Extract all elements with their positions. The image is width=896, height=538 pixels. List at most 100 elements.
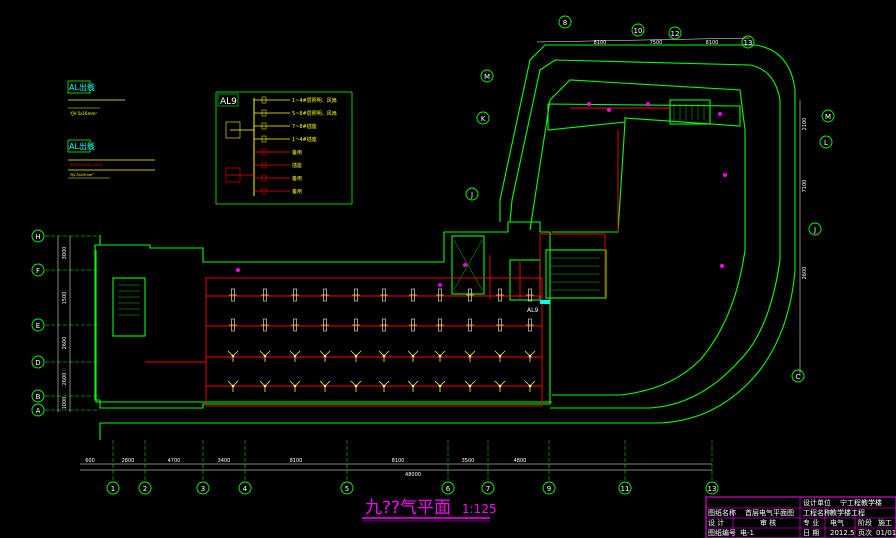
tb-project: 宁工程教学楼: [840, 498, 882, 507]
svg-text:3: 3: [201, 485, 205, 493]
axis-bubble-bottom: 6: [441, 481, 455, 495]
tb-discipline: 电气: [830, 518, 844, 527]
axis-bubble-top: 10: [631, 23, 645, 37]
tb-discipline-label: 专 业: [803, 518, 819, 527]
axis-bubble-left: H: [31, 229, 45, 243]
ceiling-fan-icon: [494, 380, 506, 392]
dim-bottom-label: 8100: [392, 458, 405, 464]
title-block: 设计单位 宁工程教学楼 图纸名称 首层电气平面图 工程名称 教学楼工程 设 计 …: [705, 496, 896, 538]
axis-bubble-bottom: 3: [196, 481, 210, 495]
al-bottom-cable2: YJV-5x25mm²: [70, 173, 94, 177]
dim-bottom-label: 4700: [168, 458, 181, 464]
dim-left-label: 2600: [62, 373, 68, 386]
axis-bubble-bottom: 7: [481, 481, 495, 495]
svg-text:F: F: [36, 267, 40, 275]
axis-bubble-top: 12: [668, 26, 682, 40]
al9-schedule-label: AL9: [220, 97, 237, 107]
ceiling-fan-icon: [407, 350, 419, 362]
al9-schedule-panel: AL9 1~4#层照明、风扇5~8#层照明、风扇7~8#插座1~4#插座备用插座…: [215, 91, 353, 205]
dim-right-label: 2600: [802, 267, 808, 280]
dim-right-label: 7100: [802, 180, 808, 193]
dim-bottom-label: 4800: [514, 458, 527, 464]
axis-bubble-bottom: 13: [705, 481, 719, 495]
axis-bubble-right: L: [819, 135, 833, 149]
svg-text:9: 9: [547, 485, 551, 493]
ceiling-fan-icon: [464, 380, 476, 392]
axis-bubble-right: M: [821, 109, 835, 123]
al9-panel-box: [540, 300, 550, 304]
ceiling-fan-icon: [350, 380, 362, 392]
drawing-scale: 1:125: [462, 502, 497, 516]
svg-text:11: 11: [621, 485, 630, 493]
al-top-cable: YJV-5x16mm²: [69, 111, 97, 116]
axis-bubble-bottom: 1: [106, 481, 120, 495]
al9-row-label: 7~8#插座: [292, 123, 317, 130]
svg-text:5: 5: [345, 485, 349, 493]
svg-text:E: E: [36, 322, 40, 330]
floor-plan-canvas: AL出线 YJV-5x16mm² AL出线 ZR-YJV-4x35+1x16 Y…: [31, 15, 896, 538]
ceiling-fan-icon: [378, 380, 390, 392]
svg-text:K: K: [481, 115, 486, 123]
al9-floor-tag: AL9: [527, 307, 538, 314]
al-outlet-bottom-panel: AL出线 ZR-YJV-4x35+1x16 YJV-5x25mm²: [67, 139, 155, 179]
svg-text:1: 1: [111, 485, 115, 493]
axis-bubble-inner: J: [465, 187, 479, 201]
axis-bubble-bottom: 11: [618, 481, 632, 495]
axis-bubble-right: J: [808, 222, 822, 236]
svg-text:13: 13: [744, 39, 753, 47]
ceiling-fan-icon: [524, 380, 536, 392]
tb-sheet-label: 页次: [858, 528, 872, 537]
tb-project-label: 工程名称: [803, 508, 831, 517]
dim-top-label: 7500: [650, 40, 663, 46]
dim-total-label: 48000: [405, 472, 421, 478]
dim-left-label: 1500: [62, 292, 68, 305]
al-bottom-cable1: ZR-YJV-4x35+1x16: [70, 163, 103, 167]
al9-row-label: 备用: [292, 149, 302, 156]
circuit-wiring: [145, 107, 670, 407]
svg-text:A: A: [36, 407, 41, 415]
ceiling-fan-icon: [407, 380, 419, 392]
axis-bubble-bottom: 5: [340, 481, 354, 495]
ceiling-fan-icon: [259, 350, 271, 362]
dim-top-label: 8100: [594, 40, 607, 46]
tb-date-label: 日 期: [803, 529, 819, 537]
ceiling-fan-icon: [227, 350, 239, 362]
axis-bubble-bottom: 2: [138, 481, 152, 495]
axis-bubble-right: C: [791, 369, 805, 383]
al9-row-label: 备用: [292, 188, 302, 195]
ceiling-fan-icon: [434, 380, 446, 392]
ceiling-fan-icon: [464, 350, 476, 362]
al9-row-label: 5~8#层照明、风扇: [292, 110, 337, 117]
ceiling-fan-icon: [319, 350, 331, 362]
ceiling-fan-icon: [289, 380, 301, 392]
light-fixtures: [227, 288, 536, 392]
ceiling-fan-icon: [350, 350, 362, 362]
ceiling-fan-icon: [259, 380, 271, 392]
ceiling-fan-icon: [227, 380, 239, 392]
ceiling-fan-icon: [494, 350, 506, 362]
dim-bottom-label: 600: [85, 458, 95, 464]
axis-bubble-inner: M: [480, 69, 494, 83]
svg-text:H: H: [35, 233, 40, 241]
svg-text:13: 13: [708, 485, 717, 493]
al9-row-label: 备用: [292, 175, 302, 182]
dim-top-label: 8100: [706, 40, 719, 46]
svg-text:M: M: [825, 113, 831, 121]
dim-bottom-label: 2800: [122, 458, 135, 464]
svg-text:B: B: [36, 393, 41, 401]
ceiling-fan-icon: [319, 380, 331, 392]
ceiling-fan-icon: [524, 350, 536, 362]
drawing-title: 九??气平面 1:125: [362, 498, 497, 522]
svg-text:6: 6: [446, 485, 451, 493]
al9-row-label: 1~4#插座: [292, 136, 317, 143]
al-outlet-top-panel: AL出线 YJV-5x16mm²: [67, 80, 125, 116]
svg-text:7: 7: [486, 485, 490, 493]
tb-project-name: 教学楼工程: [830, 508, 865, 517]
axis-bubble-bottom: 9: [542, 481, 556, 495]
tb-drawing-no: 电-1: [740, 528, 754, 537]
tb-drawing-no-label: 图纸编号: [708, 528, 736, 537]
axis-bubble-left: A: [31, 403, 45, 417]
svg-text:10: 10: [634, 27, 643, 35]
tb-date: 2012.5: [830, 529, 855, 537]
tb-check: 审 核: [760, 518, 776, 527]
